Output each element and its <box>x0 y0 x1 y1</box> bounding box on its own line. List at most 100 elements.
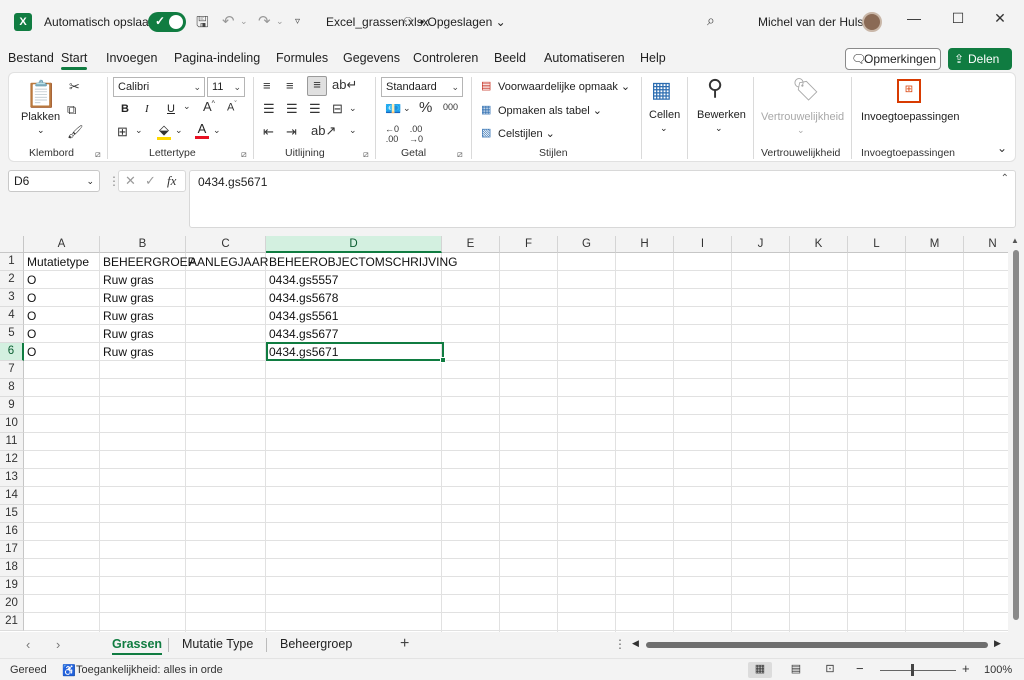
tab-controleren[interactable]: Controleren <box>413 51 478 65</box>
orientation-dropdown-icon[interactable]: ⌄ <box>349 125 357 136</box>
share-button[interactable]: ⇪Delen ⌄ <box>948 48 1012 88</box>
next-sheet-icon[interactable]: › <box>56 637 60 652</box>
comma-style-icon[interactable]: 000 <box>443 102 458 112</box>
ribbon-collapse-icon[interactable]: ⌄ <box>997 141 1007 155</box>
conditional-format-button[interactable]: Voorwaardelijke opmaak ⌄ <box>498 80 630 93</box>
cell-a1[interactable]: Mutatietype <box>24 253 100 271</box>
page-break-view-icon[interactable]: ⊡ <box>818 662 842 678</box>
cell-a6[interactable]: O <box>24 343 100 361</box>
file-name[interactable]: Excel_grassen.xlsx <box>326 15 429 29</box>
undo-icon[interactable]: ↶ <box>222 12 235 30</box>
borders-dropdown-icon[interactable]: ⌄ <box>135 125 143 136</box>
search-icon[interactable]: ⌕ <box>707 12 715 29</box>
align-top-icon[interactable]: ≡ <box>263 78 271 93</box>
decrease-font-icon[interactable]: Aˇ <box>227 101 237 114</box>
cell-c5[interactable] <box>186 325 266 343</box>
cell-b6[interactable]: Ruw gras <box>100 343 186 361</box>
cell-c4[interactable] <box>186 307 266 325</box>
column-header-c[interactable]: C <box>186 236 266 253</box>
fill-color-dropdown-icon[interactable]: ⌄ <box>175 125 183 136</box>
orientation-icon[interactable]: ab↗ <box>311 123 336 139</box>
prev-sheet-icon[interactable]: ‹ <box>26 637 30 652</box>
row-header-16[interactable]: 16 <box>0 523 24 541</box>
autosave-toggle[interactable]: ✓ <box>148 12 186 32</box>
avatar[interactable] <box>862 12 882 32</box>
paste-icon[interactable]: 📋 <box>25 79 57 110</box>
cell-b3[interactable]: Ruw gras <box>100 289 186 307</box>
tab-formules[interactable]: Formules <box>276 51 328 65</box>
format-as-table-button[interactable]: Opmaken als tabel ⌄ <box>498 104 602 117</box>
column-header-m[interactable]: M <box>906 236 964 253</box>
cell-styles-button[interactable]: Celstijlen ⌄ <box>498 127 555 140</box>
sensitivity-dropdown-icon[interactable]: ⌄ <box>797 125 805 136</box>
accessibility-status[interactable]: Toegankelijkheid: alles in orde <box>76 664 223 676</box>
cell-b5[interactable]: Ruw gras <box>100 325 186 343</box>
column-header-k[interactable]: K <box>790 236 848 253</box>
cell-d5[interactable]: 0434.gs5677 <box>266 325 442 343</box>
row-header-5[interactable]: 5 <box>0 325 24 343</box>
merge-center-icon[interactable]: ⊟ <box>332 101 343 117</box>
row-header-17[interactable]: 17 <box>0 541 24 559</box>
row-header-4[interactable]: 4 <box>0 307 24 325</box>
align-middle-icon[interactable]: ≡ <box>286 78 294 93</box>
zoom-slider-knob[interactable] <box>911 664 914 676</box>
underline-button[interactable]: U <box>167 103 175 115</box>
tab-invoegen[interactable]: Invoegen <box>106 51 157 65</box>
row-header-8[interactable]: 8 <box>0 379 24 397</box>
cell-d4[interactable]: 0434.gs5561 <box>266 307 442 325</box>
align-right-icon[interactable]: ☰ <box>309 101 321 117</box>
select-all-corner[interactable] <box>0 236 24 253</box>
minimize-icon[interactable]: — <box>904 10 924 26</box>
borders-icon[interactable]: ⊞ <box>117 124 128 140</box>
column-header-b[interactable]: B <box>100 236 186 253</box>
column-header-j[interactable]: J <box>732 236 790 253</box>
fill-handle[interactable] <box>440 357 446 363</box>
accounting-format-icon[interactable]: 💶 <box>385 101 401 117</box>
column-header-i[interactable]: I <box>674 236 732 253</box>
cell-c2[interactable] <box>186 271 266 289</box>
format-painter-icon[interactable]: 🖌 <box>67 124 84 140</box>
cell-c6[interactable] <box>186 343 266 361</box>
editing-button[interactable]: Bewerken <box>697 109 746 121</box>
saved-state[interactable]: • Opgeslagen ⌄ <box>420 15 506 29</box>
sheet-tab-mutatie-type[interactable]: Mutatie Type <box>182 637 253 651</box>
row-header-10[interactable]: 10 <box>0 415 24 433</box>
tab-pagina-indeling[interactable]: Pagina-indeling <box>174 51 260 65</box>
wrap-text-icon[interactable]: ab↵ <box>332 77 357 93</box>
row-header-13[interactable]: 13 <box>0 469 24 487</box>
zoom-slider[interactable] <box>880 670 956 671</box>
italic-button[interactable]: I <box>145 103 149 115</box>
horizontal-scrollbar[interactable]: ◀ ▶ <box>630 638 1006 650</box>
sheet-tab-beheergroep[interactable]: Beheergroep <box>280 637 352 651</box>
vertical-scroll-thumb[interactable] <box>1013 250 1019 620</box>
font-launcher-icon[interactable]: ⧄ <box>241 149 247 160</box>
tab-automatiseren[interactable]: Automatiseren <box>544 51 625 65</box>
cells-button[interactable]: Cellen <box>649 109 680 121</box>
cell-b4[interactable]: Ruw gras <box>100 307 186 325</box>
maximize-icon[interactable]: ☐ <box>948 10 968 27</box>
paste-button[interactable]: Plakken <box>21 111 60 123</box>
cell-d1[interactable]: BEHEEROBJECTOMSCHRIJVING <box>266 253 457 271</box>
tab-split-grip-icon[interactable]: ⋮ <box>614 637 626 651</box>
name-box[interactable]: D6 ⌄ <box>8 170 100 192</box>
vertical-scrollbar[interactable]: ▲ <box>1008 236 1024 632</box>
alignment-launcher-icon[interactable]: ⧄ <box>363 149 369 160</box>
editing-dropdown-icon[interactable]: ⌄ <box>715 123 723 134</box>
row-header-1[interactable]: 1 <box>0 253 24 271</box>
row-header-15[interactable]: 15 <box>0 505 24 523</box>
customize-qat-icon[interactable]: ▿ <box>295 16 300 27</box>
column-header-f[interactable]: F <box>500 236 558 253</box>
font-color-dropdown-icon[interactable]: ⌄ <box>213 125 221 136</box>
scroll-right-icon[interactable]: ▶ <box>994 638 1001 649</box>
user-name[interactable]: Michel van der Hulst <box>758 15 867 29</box>
undo-dropdown-icon[interactable]: ⌄ <box>240 16 248 27</box>
cell-a3[interactable]: O <box>24 289 100 307</box>
number-format-select[interactable]: Standaard ⌄ <box>381 77 463 97</box>
column-header-l[interactable]: L <box>848 236 906 253</box>
row-header-20[interactable]: 20 <box>0 595 24 613</box>
row-header-14[interactable]: 14 <box>0 487 24 505</box>
decrease-indent-icon[interactable]: ⇤ <box>263 124 274 140</box>
align-left-icon[interactable]: ☰ <box>263 101 275 117</box>
horizontal-scroll-thumb[interactable] <box>646 642 988 648</box>
align-center-icon[interactable]: ☰ <box>286 101 298 117</box>
